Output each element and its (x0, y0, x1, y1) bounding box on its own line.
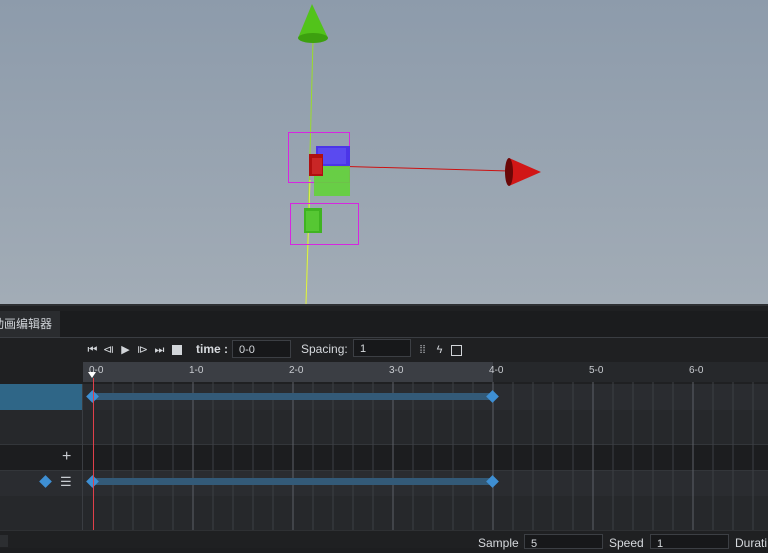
sample-field[interactable]: 5 (524, 534, 603, 550)
jump-start-icon[interactable]: ⏮ (86, 344, 99, 357)
play-icon[interactable]: ▶ (119, 344, 132, 357)
track-row-selected-header[interactable] (0, 384, 82, 410)
add-track-icon[interactable]: + (62, 448, 71, 466)
y-axis-lower (305, 179, 311, 304)
playhead-handle[interactable] (88, 372, 96, 378)
ruler-tick: 2-0 (289, 365, 304, 376)
tab-title: 动画编辑器 (0, 317, 53, 331)
prev-frame-icon[interactable]: ⧏ (102, 344, 115, 357)
ruler-tick: 5-0 (589, 365, 604, 376)
save-icon[interactable] (450, 344, 463, 357)
timeline-ruler-active-range (83, 362, 493, 382)
footer-scroll-stub[interactable] (0, 535, 8, 547)
x-axis-line (329, 165, 511, 172)
clip-bar[interactable] (92, 393, 492, 400)
clip-bar[interactable] (92, 478, 492, 485)
jump-end-icon[interactable]: ⏭ (153, 344, 166, 357)
spacing-label: Spacing: (301, 342, 348, 356)
y-axis-cone[interactable] (298, 4, 328, 43)
time-label: time : (196, 342, 229, 356)
ruler-tick: 3-0 (389, 365, 404, 376)
sample-label: Sample (478, 536, 519, 550)
tab-strip (60, 311, 768, 337)
tab-animation-editor[interactable]: 动画编辑器 (0, 311, 62, 337)
ruler-tick: 1-0 (189, 365, 204, 376)
spacing-field[interactable]: 1 (353, 339, 411, 357)
scene-canvas (288, 4, 541, 304)
bounding-box-lower (290, 203, 359, 245)
scene-viewport[interactable] (0, 0, 768, 304)
next-frame-icon[interactable]: ⧐ (136, 344, 149, 357)
ruler-tick: 4-0 (489, 365, 504, 376)
time-field[interactable]: 0-0 (232, 340, 291, 358)
tab-divider (0, 337, 768, 338)
speed-label: Speed (609, 536, 644, 550)
speed-field[interactable]: 1 (650, 534, 729, 550)
grid-snap-icon[interactable]: ⁞⁞ (416, 344, 429, 357)
lightning-icon[interactable]: ϟ (433, 344, 446, 357)
playhead-line[interactable] (93, 378, 94, 547)
duration-label: Durati (735, 536, 768, 550)
x-axis-cone[interactable] (505, 158, 541, 186)
list-icon[interactable]: ☰ (60, 474, 72, 490)
ruler-tick: 6-0 (689, 365, 704, 376)
animation-editor-panel: 动画编辑器 ⏮ ⧏ ▶ ⧐ ⏭ time : 0-0 Spacing: 1 ⁞⁞… (0, 304, 768, 550)
timeline-grid (112, 382, 754, 530)
stop-icon[interactable] (170, 344, 183, 357)
